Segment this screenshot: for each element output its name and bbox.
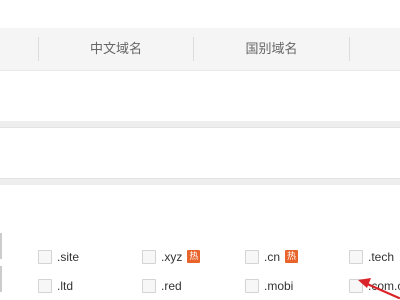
checkbox-icon[interactable] [142, 278, 156, 293]
tld-label: .cn [264, 249, 281, 264]
tab-next[interactable] [350, 28, 400, 70]
tld-option-tech[interactable]: .tech [349, 247, 394, 265]
content-area [0, 71, 400, 121]
domain-category-tabs: 中文域名 国别域名 [0, 28, 400, 71]
tld-option-xyz[interactable]: .xyz 热 [142, 247, 201, 265]
tld-label: .red [161, 278, 182, 293]
checkbox-icon[interactable] [142, 249, 156, 264]
section-divider [0, 178, 400, 185]
tld-option-ltd[interactable]: .ltd [38, 276, 73, 294]
checkbox-icon[interactable] [38, 278, 52, 293]
tld-option-red[interactable]: .red [142, 276, 182, 294]
tab-previous[interactable] [0, 28, 38, 70]
divider-line [0, 178, 400, 179]
arrow-shaft [363, 281, 400, 300]
section-divider [0, 121, 400, 128]
checkbox-icon[interactable] [245, 249, 259, 264]
checkbox-icon[interactable] [38, 249, 52, 264]
tld-label: .site [57, 249, 80, 264]
tab-country-domains[interactable]: 国别域名 [194, 28, 349, 70]
tld-label: .xyz [161, 249, 183, 264]
tld-option-mobi[interactable]: .mobi [245, 276, 293, 294]
top-strip [0, 0, 400, 29]
tab-chinese-domains[interactable]: 中文域名 [39, 28, 193, 70]
tld-option-site[interactable]: .site [38, 247, 79, 265]
checkbox-icon[interactable] [349, 249, 363, 264]
content-area [0, 128, 400, 178]
hot-badge: 热 [285, 250, 299, 264]
tld-label: .tech [368, 249, 395, 264]
tld-label: .mobi [264, 278, 294, 293]
arrow-head [358, 278, 371, 288]
left-edge-mark [0, 233, 2, 259]
tld-option-cn[interactable]: .cn 热 [245, 247, 299, 265]
tld-label: .ltd [57, 278, 74, 293]
hot-badge: 热 [187, 250, 201, 264]
red-arrow-icon [358, 278, 400, 300]
left-edge-mark [0, 266, 2, 292]
domain-search-page: 中文域名 国别域名 .site .xyz 热 .cn 热 .tech .ltd .r… [0, 0, 400, 300]
checkbox-icon[interactable] [245, 278, 259, 293]
